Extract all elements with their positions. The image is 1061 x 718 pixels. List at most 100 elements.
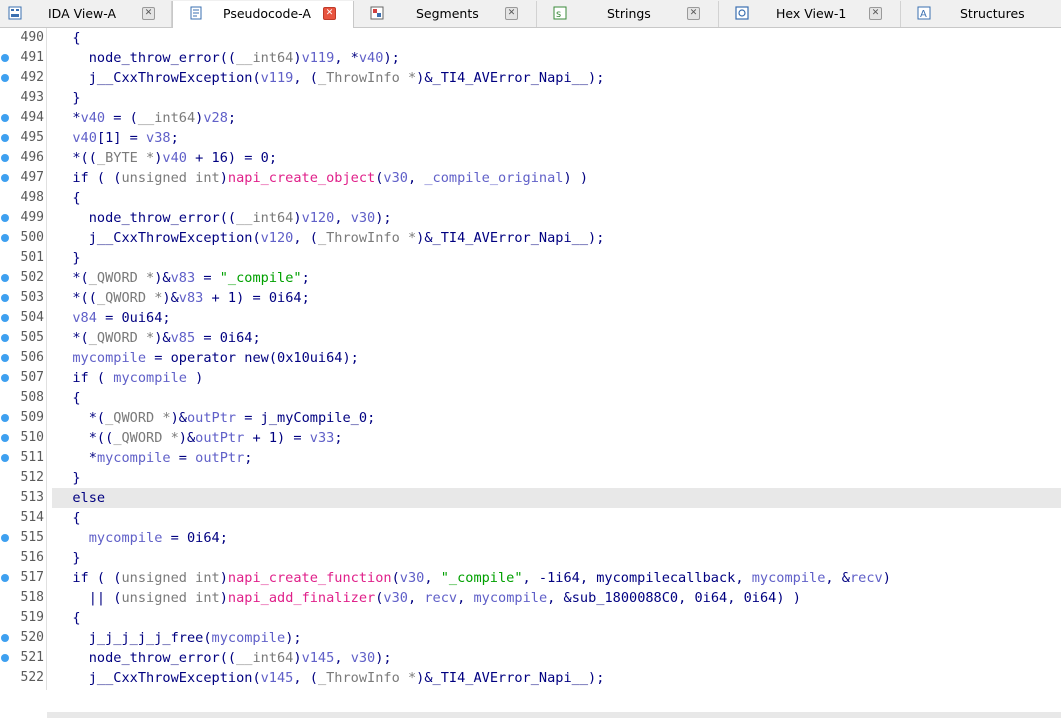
tab-hex-view[interactable]: Hex View-1 ✕	[719, 1, 901, 27]
code-line[interactable]: 521 node_throw_error((__int64)v145, v30)…	[0, 648, 1061, 668]
code-token[interactable]: v28	[203, 110, 228, 126]
code-token[interactable]: outPtr	[195, 450, 244, 466]
code-token[interactable]: _QWORD *	[113, 430, 178, 446]
code-token[interactable]: v30	[400, 570, 425, 586]
code-token[interactable]: sub_1800088C0	[572, 590, 678, 606]
tab-strings[interactable]: s Strings ✕	[537, 1, 719, 27]
code-text[interactable]: {	[56, 508, 80, 528]
close-icon[interactable]: ✕	[323, 7, 336, 20]
code-line[interactable]: 505 *(_QWORD *)&v85 = 0i64;	[0, 328, 1061, 348]
code-text[interactable]: if ( (unsigned int)napi_create_object(v3…	[56, 168, 588, 188]
close-icon[interactable]: ✕	[505, 7, 518, 20]
code-text[interactable]: *((_QWORD *)&v83 + 1) = 0i64;	[56, 288, 309, 308]
code-token[interactable]: "_compile"	[441, 570, 523, 586]
code-text[interactable]: if ( (unsigned int)napi_create_function(…	[56, 568, 891, 588]
code-text[interactable]: else	[56, 488, 105, 508]
code-text[interactable]: v84 = 0ui64;	[56, 308, 170, 328]
code-token[interactable]: v33	[310, 430, 335, 446]
code-token[interactable]: _QWORD *	[105, 410, 170, 426]
code-line[interactable]: 510 *((_QWORD *)&outPtr + 1) = v33;	[0, 428, 1061, 448]
code-line[interactable]: 504 v84 = 0ui64;	[0, 308, 1061, 328]
code-line[interactable]: 496 *((_BYTE *)v40 + 16) = 0;	[0, 148, 1061, 168]
code-text[interactable]: *mycompile = outPtr;	[56, 448, 253, 468]
code-token[interactable]: v120	[302, 210, 335, 226]
code-line[interactable]: 491 node_throw_error((__int64)v119, *v40…	[0, 48, 1061, 68]
code-line[interactable]: 512 }	[0, 468, 1061, 488]
code-text[interactable]: *(_QWORD *)&v85 = 0i64;	[56, 328, 260, 348]
code-line[interactable]: 513 else	[0, 488, 1061, 508]
code-text[interactable]: v40[1] = v38;	[56, 128, 178, 148]
code-token[interactable]: unsigned int	[121, 570, 219, 586]
code-token[interactable]: v83	[179, 290, 204, 306]
code-line[interactable]: 522 j__CxxThrowException(v145, (_ThrowIn…	[0, 668, 1061, 688]
code-token[interactable]: v119	[261, 70, 294, 86]
code-line[interactable]: 509 *(_QWORD *)&outPtr = j_myCompile_0;	[0, 408, 1061, 428]
code-token[interactable]: unsigned int	[122, 590, 220, 606]
code-token[interactable]: v40	[81, 110, 106, 126]
code-line[interactable]: 514 {	[0, 508, 1061, 528]
code-text[interactable]: *v40 = (__int64)v28;	[56, 108, 236, 128]
code-token[interactable]: _ThrowInfo *	[318, 670, 416, 686]
code-line[interactable]: 501 }	[0, 248, 1061, 268]
code-text[interactable]: if ( mycompile )	[56, 368, 203, 388]
code-line[interactable]: 516 }	[0, 548, 1061, 568]
code-line[interactable]: 506 mycompile = operator new(0x10ui64);	[0, 348, 1061, 368]
code-text[interactable]: *(_QWORD *)&v83 = "_compile";	[56, 268, 309, 288]
code-line[interactable]: 503 *((_QWORD *)&v83 + 1) = 0i64;	[0, 288, 1061, 308]
code-token[interactable]: _ThrowInfo *	[318, 70, 416, 86]
code-text[interactable]: j__CxxThrowException(v145, (_ThrowInfo *…	[56, 668, 605, 688]
code-token[interactable]: v119	[302, 50, 335, 66]
code-token[interactable]: recv	[424, 590, 457, 606]
code-line[interactable]: 502 *(_QWORD *)&v83 = "_compile";	[0, 268, 1061, 288]
code-token[interactable]: v145	[302, 650, 335, 666]
code-line[interactable]: 520 j_j_j_j_j_free(mycompile);	[0, 628, 1061, 648]
code-text[interactable]: || (unsigned int)napi_add_finalizer(v30,…	[56, 588, 801, 608]
code-text[interactable]: node_throw_error((__int64)v119, *v40);	[56, 48, 400, 68]
code-token[interactable]: operator new	[171, 350, 269, 366]
code-token[interactable]: _TI4_AVError_Napi__	[433, 70, 589, 86]
code-line[interactable]: 495 v40[1] = v38;	[0, 128, 1061, 148]
code-text[interactable]: {	[56, 388, 80, 408]
code-token[interactable]: v85	[171, 330, 196, 346]
code-text[interactable]: }	[56, 248, 80, 268]
code-token[interactable]: v40	[72, 130, 97, 146]
code-line[interactable]: 507 if ( mycompile )	[0, 368, 1061, 388]
code-token[interactable]: mycompile	[72, 350, 146, 366]
code-line[interactable]: 498 {	[0, 188, 1061, 208]
code-token[interactable]: v30	[383, 170, 408, 186]
code-token[interactable]: mycompile	[113, 370, 187, 386]
code-token[interactable]: j__CxxThrowException	[89, 230, 253, 246]
code-text[interactable]: {	[56, 188, 80, 208]
code-token[interactable]: mycompile	[752, 570, 826, 586]
code-text[interactable]: }	[56, 468, 80, 488]
code-token[interactable]: v84	[72, 310, 97, 326]
code-token[interactable]: _QWORD *	[89, 270, 154, 286]
code-token[interactable]: v40	[359, 50, 384, 66]
code-token[interactable]: outPtr	[187, 410, 236, 426]
code-token[interactable]: v30	[383, 590, 408, 606]
code-text[interactable]: node_throw_error((__int64)v120, v30);	[56, 208, 392, 228]
code-token[interactable]: _BYTE *	[97, 150, 154, 166]
code-token[interactable]: mycompile	[212, 630, 286, 646]
code-token[interactable]: _compile_original	[424, 170, 563, 186]
code-token[interactable]: mycompile	[89, 530, 163, 546]
code-line[interactable]: 519 {	[0, 608, 1061, 628]
code-token[interactable]: v40	[162, 150, 187, 166]
code-text[interactable]: *((_BYTE *)v40 + 16) = 0;	[56, 148, 277, 168]
pseudocode-editor[interactable]: 490 {491 node_throw_error((__int64)v119,…	[0, 28, 1061, 718]
code-token[interactable]: "_compile"	[220, 270, 302, 286]
tab-ida-view[interactable]: IDA View-A ✕	[0, 1, 172, 27]
code-token[interactable]: _ThrowInfo *	[318, 230, 416, 246]
code-token[interactable]: v83	[171, 270, 196, 286]
code-line[interactable]: 492 j__CxxThrowException(v119, (_ThrowIn…	[0, 68, 1061, 88]
horizontal-scrollbar[interactable]	[47, 712, 1061, 718]
code-line[interactable]: 515 mycompile = 0i64;	[0, 528, 1061, 548]
code-token[interactable]: __int64	[138, 110, 195, 126]
code-line[interactable]: 499 node_throw_error((__int64)v120, v30)…	[0, 208, 1061, 228]
code-token[interactable]: v38	[146, 130, 171, 146]
code-token[interactable]: __int64	[236, 650, 293, 666]
code-token[interactable]: _QWORD *	[89, 330, 154, 346]
code-text[interactable]: j__CxxThrowException(v120, (_ThrowInfo *…	[56, 228, 605, 248]
code-token[interactable]: v145	[261, 670, 294, 686]
code-text[interactable]: {	[56, 28, 80, 48]
